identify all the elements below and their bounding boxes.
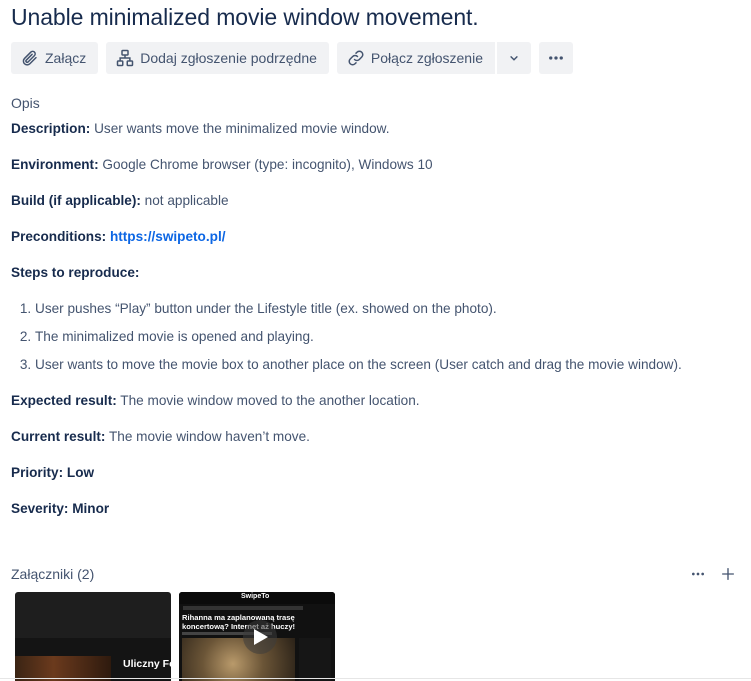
add-icon[interactable] (720, 566, 736, 582)
environment-label: Environment: (11, 157, 99, 172)
paperclip-icon (22, 50, 37, 66)
child-issue-icon (116, 49, 134, 67)
build-line: Build (if applicable): not applicable (11, 192, 731, 228)
steps-line: Steps to reproduce: (11, 264, 731, 300)
description-body[interactable]: Description: User wants move the minimal… (11, 120, 731, 536)
link-issue-label: Połącz zgłoszenie (370, 50, 483, 66)
build-label: Build (if applicable): (11, 193, 141, 208)
preconditions-link[interactable]: https://swipeto.pl/ (110, 229, 226, 244)
play-icon (254, 629, 268, 645)
severity-text: Severity: Minor (11, 501, 110, 516)
thumbnail-caption: Uliczny Fo (123, 658, 171, 670)
priority-line: Priority: Low (11, 464, 731, 500)
link-issue-button[interactable]: Połącz zgłoszenie (336, 42, 495, 74)
preconditions-label: Preconditions: (11, 229, 107, 244)
current-label: Current result: (11, 429, 106, 444)
play-button[interactable] (243, 620, 277, 654)
steps-list: User pushes “Play” button under the Life… (11, 300, 731, 384)
current-line: Current result: The movie window haven’t… (11, 428, 731, 464)
attachment-thumbnail[interactable]: Uliczny Fo (15, 592, 171, 681)
description-value: User wants move the minimalized movie wi… (90, 121, 390, 136)
more-icon (549, 56, 563, 60)
link-issue-dropdown-button[interactable] (496, 42, 531, 74)
environment-line: Environment: Google Chrome browser (type… (11, 156, 731, 192)
issue-title[interactable]: Unable minimalized movie window movement… (11, 4, 479, 31)
steps-label: Steps to reproduce: (11, 265, 140, 280)
preconditions-line: Preconditions: https://swipeto.pl/ (11, 228, 731, 264)
more-icon[interactable] (690, 566, 706, 582)
list-item: User pushes “Play” button under the Life… (35, 300, 731, 328)
attachments-actions (690, 566, 736, 582)
description-label: Description: (11, 121, 91, 136)
attachments-title: Załączniki (2) (11, 566, 95, 582)
expected-value: The movie window moved to the another lo… (116, 393, 420, 408)
build-value: not applicable (140, 193, 229, 208)
attachments-header: Załączniki (2) (11, 566, 736, 586)
link-icon (348, 50, 364, 66)
thumbnail-photo (182, 638, 295, 681)
expected-label: Expected result: (11, 393, 117, 408)
thumbnail-sidebar (299, 638, 331, 681)
issue-toolbar: Załącz Dodaj zgłoszenie podrzędne Połącz… (11, 42, 573, 74)
more-actions-button[interactable] (538, 42, 573, 74)
thumbnail-breadcrumb (183, 606, 303, 610)
attach-label: Załącz (45, 50, 87, 66)
current-value: The movie window haven’t move. (105, 429, 310, 444)
attachments-list: Uliczny Fo SwipeTo Rihanna ma zaplanowan… (15, 592, 335, 681)
environment-value: Google Chrome browser (type: incognito),… (98, 157, 433, 172)
expected-line: Expected result: The movie window moved … (11, 392, 731, 428)
add-child-issue-label: Dodaj zgłoszenie podrzędne (140, 50, 317, 66)
severity-line: Severity: Minor (11, 500, 731, 536)
add-child-issue-button[interactable]: Dodaj zgłoszenie podrzędne (106, 42, 329, 74)
attach-button[interactable]: Załącz (11, 42, 99, 74)
description-line: Description: User wants move the minimal… (11, 120, 731, 156)
list-item: User wants to move the movie box to anot… (35, 356, 731, 384)
description-heading: Opis (11, 95, 40, 111)
divider (0, 678, 751, 679)
priority-text: Priority: Low (11, 465, 95, 480)
attachment-thumbnail[interactable]: SwipeTo Rihanna ma zaplanowaną trasę kon… (179, 592, 335, 681)
chevron-down-icon (510, 56, 518, 61)
link-issue-split: Połącz zgłoszenie (336, 42, 531, 74)
thumbnail-logo: SwipeTo (241, 593, 270, 600)
list-item: The minimalized movie is opened and play… (35, 328, 731, 356)
